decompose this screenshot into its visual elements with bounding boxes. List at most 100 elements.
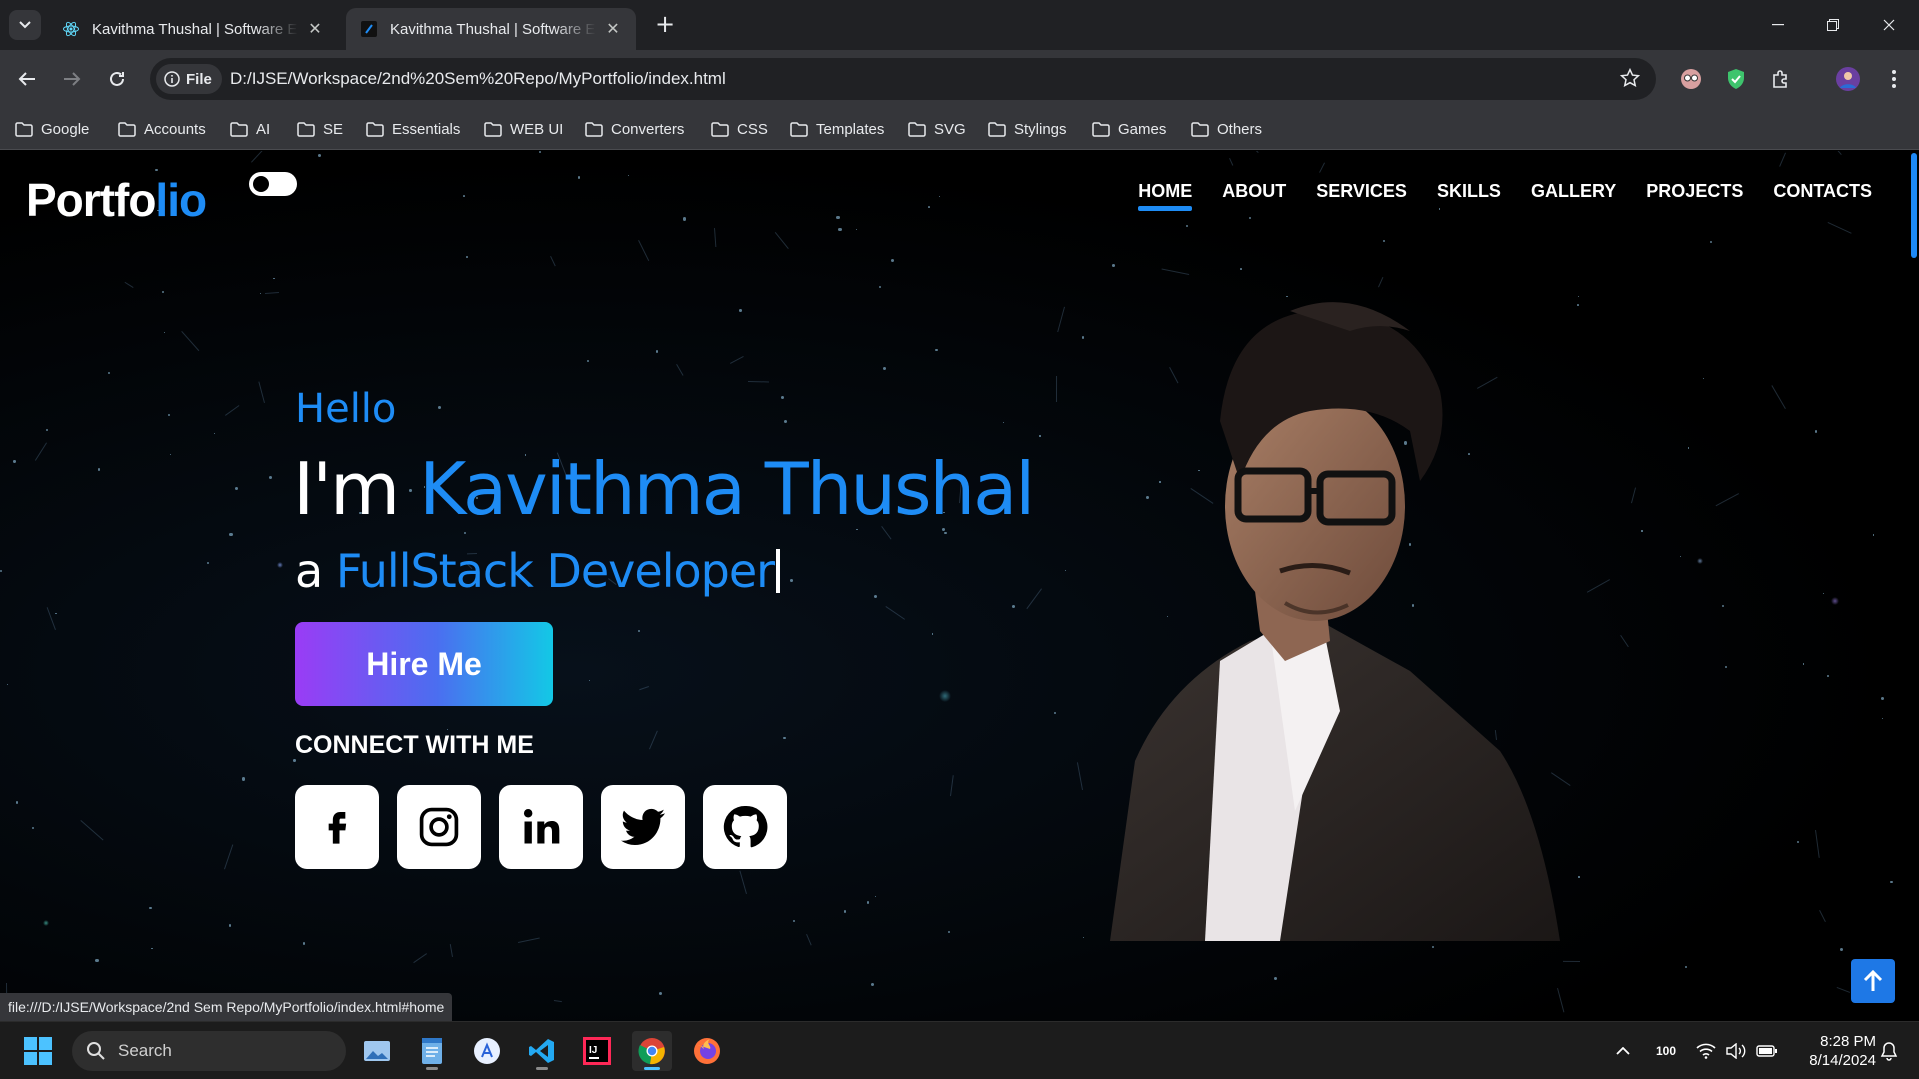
chrome-icon[interactable] [632, 1031, 672, 1071]
star-link-line [549, 256, 556, 267]
back-button[interactable] [10, 62, 44, 96]
twitter-icon[interactable] [601, 785, 685, 869]
star-dot [792, 919, 795, 923]
vscode-icon[interactable] [522, 1031, 562, 1071]
taskbar-search-label: Search [118, 1041, 172, 1060]
scrollbar-thumb[interactable] [1911, 153, 1917, 258]
github-icon[interactable] [703, 785, 787, 869]
tab-close-icon[interactable]: ✕ [604, 20, 622, 38]
star-dot [45, 429, 48, 432]
bookmark-folder[interactable]: Google [15, 108, 89, 150]
page-scrollbar[interactable] [1909, 151, 1919, 1021]
bookmark-folder[interactable]: SE [297, 108, 343, 150]
star-link-line [80, 820, 104, 841]
windows-start-icon[interactable] [24, 1037, 52, 1069]
site-info-chip[interactable]: File [156, 64, 222, 94]
star-dot [1240, 267, 1242, 270]
star-dot [95, 958, 99, 963]
star-link-line [1229, 157, 1234, 166]
browser-tab-active[interactable]: Kavithma Thushal | Software Engineer ✕ [346, 8, 636, 50]
star-link-line [1779, 152, 1786, 167]
nav-link-about[interactable]: ABOUT [1222, 181, 1286, 210]
star-dot [229, 533, 233, 537]
firefox-icon[interactable] [687, 1031, 727, 1071]
star-link-line [1026, 588, 1042, 610]
running-indicator [426, 1067, 438, 1070]
nav-link-contacts[interactable]: CONTACTS [1773, 181, 1872, 210]
tab-close-icon[interactable]: ✕ [306, 20, 324, 38]
bookmark-folder[interactable]: Accounts [118, 108, 206, 150]
star-dot [783, 419, 787, 423]
tray-badge[interactable]: 100 [1656, 1022, 1676, 1079]
bookmark-folder[interactable]: AI [230, 108, 270, 150]
volume-icon[interactable] [1726, 1022, 1748, 1079]
bookmark-folder[interactable]: Essentials [366, 108, 460, 150]
bookmark-folder[interactable]: CSS [711, 108, 768, 150]
intellij-icon[interactable]: IJ [577, 1031, 617, 1071]
browser-tab[interactable]: Kavithma Thushal | Software Engineer ✕ [48, 8, 338, 50]
nav-link-skills[interactable]: SKILLS [1437, 181, 1501, 210]
bookmark-star-icon[interactable] [1619, 67, 1641, 92]
bookmark-folder[interactable]: Templates [790, 108, 884, 150]
star-dot [1797, 841, 1800, 844]
linkedin-icon[interactable] [499, 785, 583, 869]
menu-kebab-icon[interactable] [1880, 65, 1908, 93]
close-window-icon[interactable] [1866, 8, 1912, 42]
bookmark-folder[interactable]: WEB UI [484, 108, 563, 150]
star-dot [866, 901, 870, 904]
star-dot [1827, 674, 1829, 677]
extension-icon[interactable] [1677, 65, 1705, 93]
search-icon [87, 1042, 105, 1060]
arrow-right-icon [64, 72, 81, 86]
taskbar-search[interactable]: Search [72, 1031, 346, 1071]
photos-app-icon[interactable] [357, 1031, 397, 1071]
nav-link-projects[interactable]: PROJECTS [1646, 181, 1743, 210]
wifi-icon[interactable] [1696, 1022, 1716, 1079]
nav-link-home[interactable]: HOME [1138, 181, 1193, 211]
bookmark-folder[interactable]: SVG [908, 108, 966, 150]
app-store-icon[interactable] [467, 1031, 507, 1071]
bookmark-label: Essentials [392, 120, 461, 138]
nav-link-services[interactable]: SERVICES [1316, 181, 1407, 210]
bookmark-folder[interactable]: Games [1092, 108, 1166, 150]
site-logo[interactable]: Portfolio [26, 173, 207, 227]
star-dot [466, 255, 468, 258]
site-favicon-icon [360, 20, 378, 38]
restore-icon[interactable] [1810, 8, 1856, 42]
facebook-icon[interactable] [295, 785, 379, 869]
forward-button[interactable] [55, 62, 89, 96]
show-hidden-icons-chevron[interactable] [1616, 1022, 1630, 1079]
bookmark-label: Converters [611, 120, 685, 138]
star-dot [1081, 336, 1085, 339]
profile-avatar[interactable] [1834, 65, 1862, 93]
bookmark-folder[interactable]: Stylings [988, 108, 1067, 150]
reload-button[interactable] [100, 62, 134, 96]
bookmark-folder[interactable]: Converters [585, 108, 684, 150]
extensions-puzzle-icon[interactable] [1767, 65, 1795, 93]
star-dot [1687, 447, 1690, 449]
instagram-icon[interactable] [397, 785, 481, 869]
bookmark-folder[interactable]: Others [1191, 108, 1262, 150]
notifications-bell-icon[interactable] [1880, 1022, 1898, 1079]
shield-icon[interactable] [1722, 65, 1750, 93]
new-tab-plus-icon[interactable]: + [652, 12, 678, 38]
tab-search-button[interactable] [9, 10, 41, 40]
bookmark-label: Accounts [144, 120, 206, 138]
hire-me-button[interactable]: Hire Me [295, 622, 553, 706]
theme-toggle[interactable] [249, 172, 297, 196]
hero-role-text: FullStack Developer [335, 544, 775, 598]
battery-icon[interactable] [1756, 1022, 1778, 1079]
taskbar-clock[interactable]: 8:28 PM 8/14/2024 [1786, 1032, 1876, 1070]
star-link-line [1819, 910, 1826, 923]
star-dot [870, 982, 875, 986]
star-dot [836, 215, 840, 220]
scroll-to-top-button[interactable] [1851, 959, 1895, 1003]
minimize-icon[interactable] [1755, 8, 1801, 42]
address-bar[interactable]: File D:/IJSE/Workspace/2nd%20Sem%20Repo/… [150, 58, 1656, 100]
typing-caret [776, 549, 781, 593]
star-dot [207, 562, 210, 565]
url-text[interactable]: D:/IJSE/Workspace/2nd%20Sem%20Repo/MyPor… [230, 58, 726, 100]
nav-link-gallery[interactable]: GALLERY [1531, 181, 1616, 210]
notepad-app-icon[interactable] [412, 1031, 452, 1071]
star-link-line [225, 404, 241, 416]
